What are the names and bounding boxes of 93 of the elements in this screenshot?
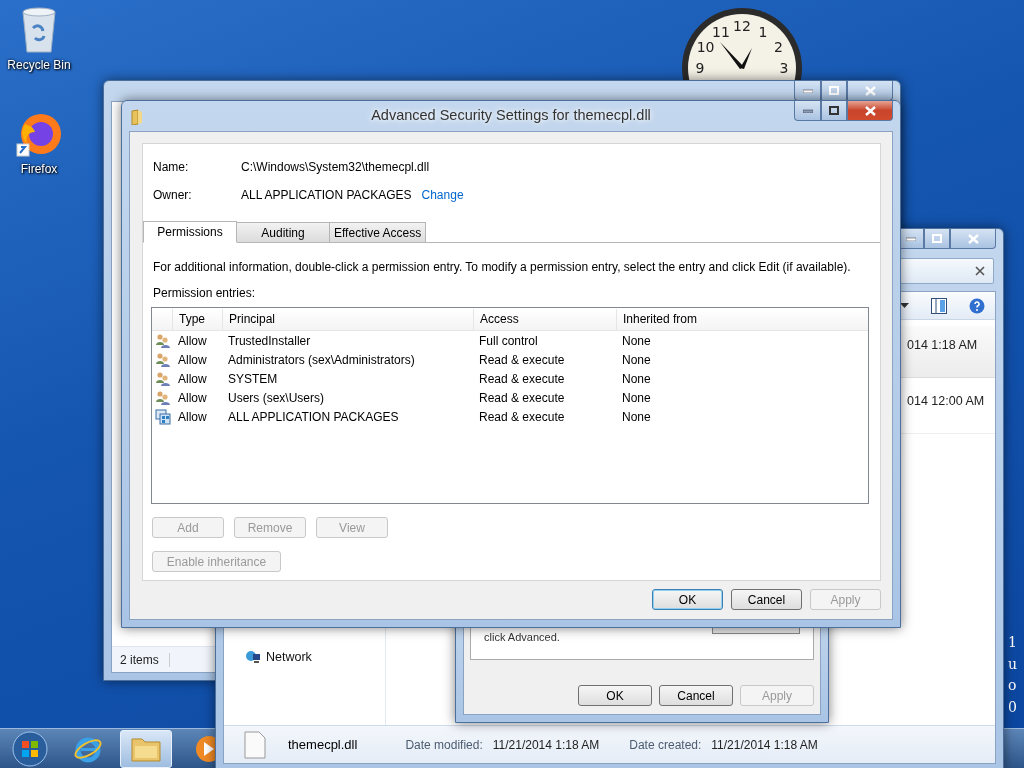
minimize-button[interactable] [794,81,821,101]
network-icon [245,650,261,664]
maximize-button[interactable] [924,229,950,249]
close-icon [864,85,876,96]
users-icon [155,351,171,368]
file-name: themecpl.dll [288,737,358,752]
detail-label: Date created: [629,737,702,752]
hint-text: click Advanced. [484,631,560,643]
table-cell-text: ALL APPLICATION PACKAGES [227,409,400,424]
minimize-icon [802,108,813,113]
permission-entry[interactable]: Allow ALL APPLICATION PACKAGES Read & execute None [152,407,868,426]
table-cell-text: TrustedInstaller [227,333,312,348]
window-title: Advanced Security Settings for themecpl.dll [370,107,652,123]
tab[interactable]: Permissions [143,221,237,243]
users-icon [155,332,171,349]
app-packages-icon [155,408,171,425]
table-cell-text: Read & execute [478,409,566,424]
table-cell-text: None [621,352,652,367]
clock-numeral: 3 [779,60,789,76]
table-cell-text: Allow [177,371,208,386]
detail-label: Date modified: [405,737,483,752]
permission-entry[interactable]: Allow Administrators (sex\Administrators) Read & execute None [152,350,868,369]
minimize-icon [905,236,916,241]
preview-pane-icon[interactable] [931,297,947,314]
table-cell-text: Read & execute [478,390,566,405]
column-header[interactable]: Type [172,308,222,331]
users-icon [155,389,171,406]
detail-value: 11/21/2014 1:18 AM [711,737,818,752]
clock-numeral: 11 [712,23,730,40]
table-cell-text: Users (sex\Users) [227,390,325,405]
permission-entry[interactable]: Allow Users (sex\Users) Read & execute None [152,388,868,407]
table-cell-text: Allow [177,409,208,424]
clear-icon[interactable] [975,266,985,276]
maximize-button[interactable] [821,101,847,121]
change-link[interactable]: Change [421,188,464,202]
close-icon [967,233,979,244]
table-cell-text: None [621,371,652,386]
clock-numeral: 2 [773,39,783,55]
table-cell-text: None [621,333,652,348]
file-icon [244,730,266,759]
caret-icon[interactable] [900,303,909,308]
field-label: Owner: [153,188,193,202]
permission-entry[interactable]: Allow TrustedInstaller Full control None [152,331,868,350]
list-label: Permission entries: [153,286,257,300]
clock-numeral: 12 [733,18,751,34]
owner-name: ALL APPLICATION PACKAGES [241,188,412,202]
file-path: C:\Windows\System32\themecpl.dll [241,160,430,174]
table-cell-text: SYSTEM [227,371,279,386]
item-count: 2 items [120,652,170,667]
minimize-icon [802,88,813,93]
maximize-icon [829,86,839,95]
users-icon [155,370,171,387]
detail-value: 11/21/2014 1:18 AM [492,737,600,752]
nav-item[interactable]: Network [242,647,385,667]
desktop-icon-label[interactable]: Recycle Bin [7,58,71,72]
maximize-icon [829,106,839,115]
start-orb-icon[interactable] [12,730,48,767]
permission-entry[interactable]: Allow SYSTEM Read & execute None [152,369,868,388]
table-cell-text: Administrators (sex\Administrators) [227,352,416,367]
tab[interactable]: Effective Access [329,222,427,242]
table-cell-text: Full control [478,333,539,348]
table-cell-text: Allow [177,352,208,367]
tab[interactable]: Auditing [236,222,330,242]
cut-off-text: 1uo0 [1008,633,1019,718]
maximize-icon [932,234,942,243]
maximize-button[interactable] [821,81,847,101]
close-button[interactable] [847,81,893,101]
instructions: For additional information, double-click a permission entry. To modify a permission entry, select the entry and click Edit (if available). [153,260,852,274]
table-cell-text: Read & execute [478,371,566,386]
dialog-button[interactable]: OK [652,589,723,610]
clock-numeral: 1 [758,23,768,40]
desktop-icon-label[interactable]: Firefox [20,162,58,176]
close-icon [864,105,876,116]
clock-numeral: 10 [696,39,715,55]
table-cell-text: Allow [177,333,208,348]
close-button[interactable] [950,229,996,249]
dialog-button[interactable]: Cancel [659,685,733,706]
column-header[interactable]: Inherited from [616,308,868,331]
table-cell-text: None [621,409,652,424]
dialog-button[interactable]: OK [578,685,652,706]
clock-numeral: 9 [695,60,705,76]
media-player-icon[interactable] [193,733,215,764]
help-icon[interactable] [969,297,985,314]
folder-icon [131,109,143,125]
close-button[interactable] [847,101,893,121]
table-cell-text: Read & execute [478,352,566,367]
field-label: Name: [153,160,190,174]
table-cell-text: Allow [177,390,208,405]
recycle-bin-icon[interactable] [19,6,59,54]
table-cell-text: None [621,390,652,405]
column-header[interactable]: Principal [222,308,473,331]
dialog-button[interactable]: Cancel [731,589,802,610]
column-header[interactable]: Access [473,308,616,331]
